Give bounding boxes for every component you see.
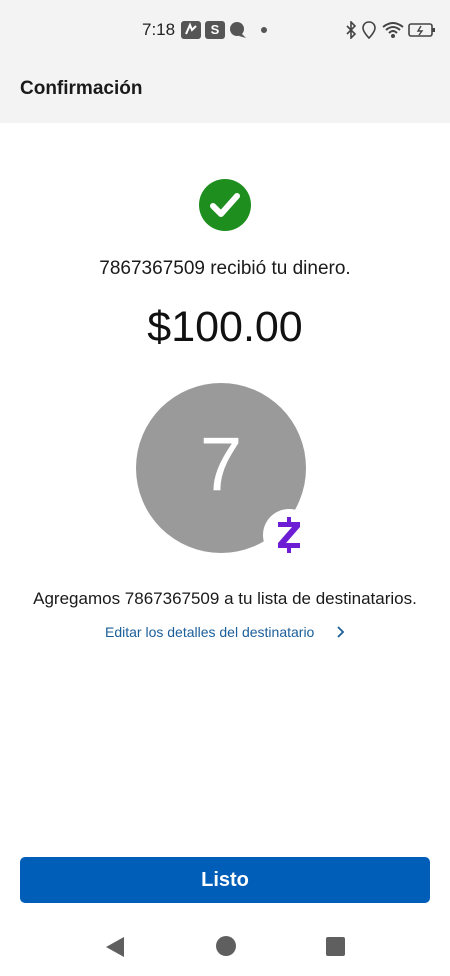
zelle-badge [263, 509, 315, 561]
edit-recipient-details-link[interactable]: Editar los detalles del destinatario [105, 624, 314, 640]
location-icon [362, 21, 376, 40]
status-time: 7:18 [142, 20, 176, 39]
s-app-label: S [210, 22, 220, 37]
page-title: Confirmación [20, 78, 143, 99]
check-circle-icon [199, 179, 251, 231]
chat-bubble-icon [229, 21, 247, 39]
avatar-letter: 7 [199, 422, 243, 507]
navigation-bar [0, 918, 450, 976]
received-message: 7867367509 recibió tu dinero. [99, 258, 351, 279]
added-to-recipients-message: Agregamos 7867367509 a tu lista de desti… [33, 589, 417, 608]
chevron-right-icon[interactable] [335, 625, 347, 639]
back-icon[interactable] [104, 936, 126, 958]
s-app-icon: S [205, 21, 225, 39]
bluetooth-icon [345, 20, 357, 40]
notification-dot [261, 27, 267, 33]
amount: $100.00 [147, 303, 303, 351]
recents-icon[interactable] [326, 937, 345, 956]
home-icon[interactable] [216, 936, 236, 956]
battery-charging-icon [408, 21, 436, 39]
done-button[interactable]: Listo [20, 857, 430, 903]
wifi-icon [382, 21, 404, 39]
app-header: Confirmación [0, 62, 450, 123]
zelle-notification-icon [181, 21, 201, 39]
zelle-logo-icon [278, 517, 300, 553]
status-bar: 7:18 S [0, 0, 450, 62]
